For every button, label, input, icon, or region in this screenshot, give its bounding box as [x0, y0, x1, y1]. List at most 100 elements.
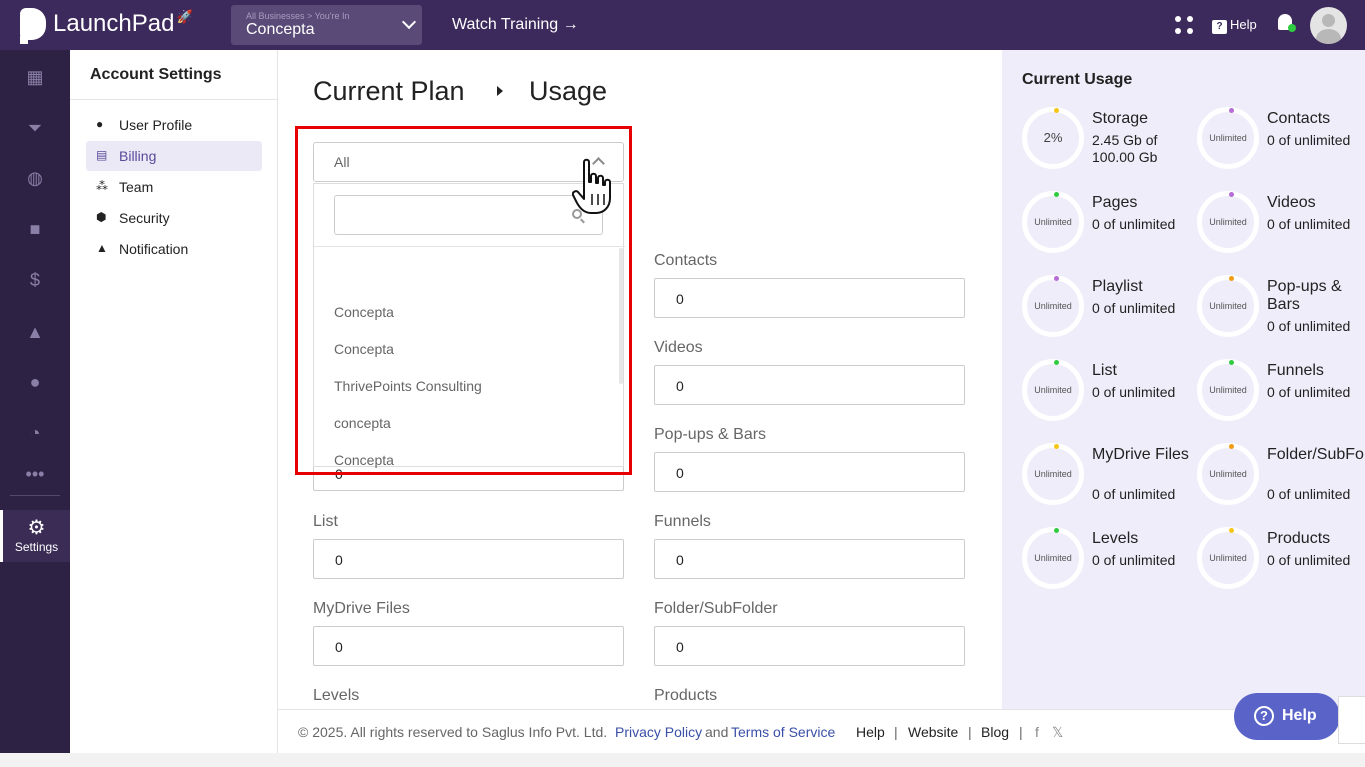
usage-value: 0 of unlimited: [1092, 300, 1176, 316]
breadcrumb-arrow-icon: [497, 86, 503, 96]
mydrive-files-field[interactable]: 0: [313, 626, 624, 666]
usage-name: Pop-ups & Bars: [1267, 278, 1342, 313]
usage-ring: Unlimited: [1022, 443, 1084, 505]
team-icon: ⁂: [96, 179, 108, 193]
business-filter-dropdown: Concepta Concepta ThrivePoints Consultin…: [313, 183, 625, 468]
side-collapse-tab[interactable]: [1338, 696, 1365, 744]
usage-value: 0 of unlimited: [1267, 318, 1351, 334]
usage-name: Pages: [1092, 194, 1138, 211]
footer-separator: |: [1019, 724, 1023, 740]
sidebar-item-notification[interactable]: ▲ Notification: [86, 234, 262, 264]
sidebar-item-label: Security: [119, 210, 170, 226]
dropdown-option[interactable]: concepta: [334, 415, 391, 431]
dropdown-scrollbar[interactable]: [619, 248, 623, 384]
terms-link[interactable]: Terms of Service: [731, 724, 835, 740]
usage-title: Current Usage: [1022, 71, 1133, 88]
sidebar-item-user-profile[interactable]: ● User Profile: [86, 110, 262, 140]
usage-name: Contacts: [1267, 110, 1331, 127]
usage-value: 0 of unlimited: [1267, 552, 1351, 568]
usage-ring-label: Unlimited: [1209, 133, 1247, 143]
list-field[interactable]: 0: [313, 539, 624, 579]
usage-ring: Unlimited: [1022, 359, 1084, 421]
usage-ring-label: Unlimited: [1209, 553, 1247, 563]
sidebar-item-security[interactable]: ⬢ Security: [86, 203, 262, 233]
current-usage-panel: Current Usage 2% Storage 2.45 Gb of 100.00…: [1002, 50, 1365, 709]
usage-ring-label: Unlimited: [1034, 301, 1072, 311]
contacts-field[interactable]: 0: [654, 278, 965, 318]
usage-item-levels: Unlimited Levels 0 of unlimited: [1022, 527, 1192, 597]
popups-bars-field[interactable]: 0: [654, 452, 965, 492]
apps-grid-icon[interactable]: [1175, 16, 1193, 34]
sidebar-divider: [70, 99, 277, 100]
more-icon[interactable]: •••: [24, 463, 46, 485]
team-icon[interactable]: ●: [24, 371, 46, 393]
avatar[interactable]: [1310, 7, 1347, 44]
dropdown-option[interactable]: ThrivePoints Consulting: [334, 378, 482, 394]
watch-training-link[interactable]: Watch Training →: [452, 16, 579, 34]
funnels-field[interactable]: 0: [654, 539, 965, 579]
shield-icon: ⬢: [96, 210, 107, 224]
folder-subfolder-label: Folder/SubFolder: [654, 600, 778, 617]
usage-ring: Unlimited: [1197, 359, 1259, 421]
usage-item-products: Unlimited Products 0 of unlimited: [1197, 527, 1365, 597]
usage-name: List: [1092, 362, 1117, 379]
bell-icon: ▲: [96, 241, 108, 255]
user-icon: ●: [96, 117, 104, 131]
dropdown-divider: [314, 246, 625, 247]
facebook-icon[interactable]: f: [1035, 724, 1039, 740]
usage-item-list: Unlimited List 0 of unlimited: [1022, 359, 1192, 429]
sidebar-item-label: Notification: [119, 241, 189, 257]
usage-ring-label: Unlimited: [1034, 553, 1072, 563]
videos-field[interactable]: 0: [654, 365, 965, 405]
website-link[interactable]: Website: [908, 724, 958, 740]
usage-value: 0 of unlimited: [1092, 552, 1176, 568]
analytics-icon[interactable]: ▲: [24, 321, 46, 343]
folder-subfolder-field[interactable]: 0: [654, 626, 965, 666]
usage-name: Storage: [1092, 110, 1149, 127]
sidebar-item-team[interactable]: ⁂ Team: [86, 172, 262, 202]
bottom-strip: [0, 753, 1365, 767]
nav-settings[interactable]: ⚙ Settings: [0, 510, 70, 562]
sidebar-item-label: Billing: [119, 148, 157, 164]
funnel-icon[interactable]: ⏷: [24, 117, 46, 139]
notification-status-dot: [1288, 24, 1296, 32]
usage-ring-label: Unlimited: [1209, 217, 1247, 227]
business-switcher[interactable]: All Businesses > You're In Concepta: [231, 5, 422, 45]
breadcrumb-current-plan[interactable]: Current Plan: [313, 76, 465, 107]
dropdown-option[interactable]: Concepta: [334, 452, 394, 468]
privacy-policy-link[interactable]: Privacy Policy: [615, 724, 702, 740]
billing-icon: ▤: [96, 148, 108, 162]
usage-ring-label: Unlimited: [1034, 385, 1072, 395]
help-link[interactable]: ? Help: [1212, 17, 1257, 34]
dollar-icon[interactable]: $: [24, 269, 46, 291]
dashboard-icon[interactable]: ▦: [24, 66, 46, 88]
sidebar-item-label: User Profile: [119, 117, 193, 133]
field-value: 0: [335, 639, 343, 655]
logo[interactable]: LaunchPad 🚀: [20, 8, 193, 44]
footer-help-link[interactable]: Help: [856, 724, 885, 740]
field-value: 0: [676, 465, 684, 481]
usage-value: 0 of unlimited: [1267, 132, 1351, 148]
footer-separator: |: [894, 724, 898, 740]
dropdown-option[interactable]: Concepta: [334, 341, 394, 357]
x-icon[interactable]: 𝕏: [1052, 724, 1063, 741]
settings-label: Settings: [14, 540, 59, 554]
usage-name: Levels: [1092, 530, 1139, 547]
usage-name: Folder/SubFolder: [1267, 446, 1365, 463]
sidebar-item-billing[interactable]: ▤ Billing: [86, 141, 262, 171]
usage-ring: Unlimited: [1197, 527, 1259, 589]
usage-ring: Unlimited: [1022, 191, 1084, 253]
globe-icon[interactable]: ◍: [24, 167, 46, 189]
field-value: 0: [335, 466, 343, 482]
blog-link[interactable]: Blog: [981, 724, 1009, 740]
usage-name: Funnels: [1267, 362, 1324, 379]
video-icon[interactable]: ■: [24, 218, 46, 240]
dropdown-option[interactable]: Concepta: [334, 304, 394, 320]
field-value: 0: [676, 639, 684, 655]
help-fab-label: Help: [1282, 707, 1317, 724]
report-icon[interactable]: ◔: [24, 422, 46, 444]
account-settings-sidebar: Account Settings ● User Profile ▤ Billin…: [70, 50, 278, 753]
help-chat-button[interactable]: ? Help: [1234, 693, 1340, 740]
usage-ring: Unlimited: [1197, 107, 1259, 169]
dropdown-search-input[interactable]: [334, 195, 603, 235]
